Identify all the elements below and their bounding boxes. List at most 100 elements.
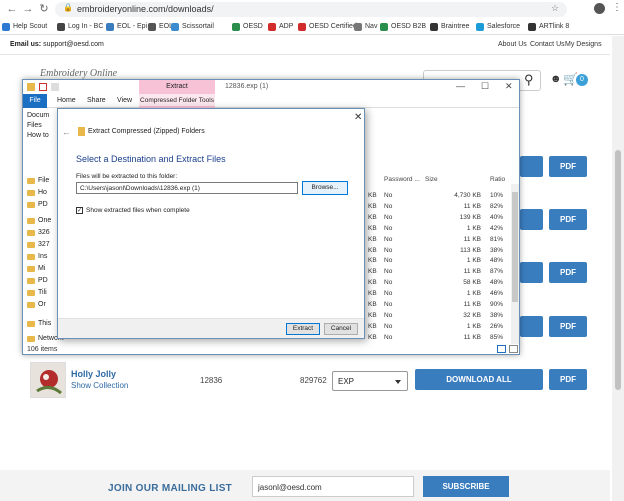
download-all-button-1[interactable]	[520, 156, 543, 177]
nav-pane-item[interactable]: One	[27, 217, 51, 224]
bookmark-item[interactable]: Braintree	[430, 21, 469, 33]
ribbon-view-tab[interactable]: View	[117, 97, 132, 104]
bookmark-item[interactable]: Help Scout	[2, 21, 47, 33]
browse-button[interactable]: Browse...	[302, 181, 348, 195]
nav-pane-item[interactable]: Files	[27, 122, 42, 129]
my-designs-link[interactable]: My Designs	[565, 41, 602, 48]
column-ratio[interactable]: Ratio	[490, 176, 505, 183]
ribbon-file-tab[interactable]: File	[23, 94, 47, 108]
tiles-view-icon[interactable]	[509, 345, 518, 353]
details-view-icon[interactable]	[497, 345, 506, 353]
download-all-button[interactable]: DOWNLOAD ALL	[415, 369, 543, 390]
bookmark-item[interactable]: OESD B2B	[380, 21, 426, 33]
bookmark-item[interactable]: OESD	[232, 21, 263, 33]
folder-icon	[27, 335, 35, 342]
column-password[interactable]: Password ...	[384, 176, 420, 183]
extract-button[interactable]: Extract	[286, 323, 320, 335]
dialog-close-icon[interactable]: ✕	[354, 112, 362, 123]
mailing-email-input[interactable]: jasonl@oesd.com	[252, 476, 414, 497]
nav-pane-item[interactable]: Ins	[27, 253, 47, 260]
mailing-email-value: jasonl@oesd.com	[258, 483, 322, 492]
nav-pane-item[interactable]: Ho	[27, 189, 47, 196]
file-row[interactable]: KB No 1 KB 26%	[368, 322, 516, 333]
nav-pane-item[interactable]: File	[27, 177, 49, 184]
file-row[interactable]: KB No 11 KB 82%	[368, 202, 516, 213]
pdf-button[interactable]: PDF	[549, 369, 587, 390]
nav-pane-item[interactable]: This	[27, 320, 51, 327]
nav-pane-item[interactable]: Tili	[27, 289, 47, 296]
bookmark-item[interactable]: Log In - BC	[57, 21, 103, 33]
bookmark-item[interactable]: OESD Certified	[298, 21, 357, 33]
bookmark-item[interactable]: EOL - Epi	[106, 21, 147, 33]
file-row[interactable]: KB No 1 KB 48%	[368, 256, 516, 267]
file-row[interactable]: KB No 58 KB 48%	[368, 278, 516, 289]
nav-pane-item[interactable]: PD	[27, 277, 48, 284]
pdf-button-3[interactable]: PDF	[549, 262, 587, 283]
bookmark-item[interactable]: Salesforce	[476, 21, 520, 33]
support-email[interactable]: Email us: support@oesd.com	[10, 41, 104, 48]
download-all-button-2[interactable]	[520, 209, 543, 230]
nav-pane-item[interactable]: Docum	[27, 112, 49, 119]
file-row[interactable]: KB No 1 KB 42%	[368, 224, 516, 235]
nav-pane-item[interactable]: PD	[27, 201, 48, 208]
bookmark-item[interactable]: Scissortail	[171, 21, 214, 33]
about-us-link[interactable]: About Us	[498, 41, 527, 48]
ribbon-compressed-folder-tools-tab[interactable]: Compressed Folder Tools	[139, 94, 215, 108]
bookmark-item[interactable]: EOL	[148, 21, 173, 33]
contact-us-link[interactable]: Contact Us	[530, 41, 565, 48]
pdf-button-1[interactable]: PDF	[549, 156, 587, 177]
download-all-button-3[interactable]	[520, 262, 543, 283]
ribbon-home-tab[interactable]: Home	[57, 97, 76, 104]
ribbon-share-tab[interactable]: Share	[87, 97, 106, 104]
properties-icon[interactable]	[39, 83, 47, 91]
cancel-button[interactable]: Cancel	[324, 323, 358, 335]
page-scrollbar-thumb[interactable]	[615, 150, 621, 390]
show-collection-link[interactable]: Show Collection	[71, 381, 128, 390]
maximize-icon[interactable]: ☐	[481, 81, 489, 92]
file-row[interactable]: KB No 11 KB 81%	[368, 235, 516, 246]
extract-context-tab[interactable]: Extract	[139, 80, 215, 94]
address-bar[interactable]: 🔒 embroideryonline.com/downloads/ ☆	[55, 2, 567, 17]
nav-pane-item[interactable]: Or	[27, 301, 46, 308]
pdf-button-2[interactable]: PDF	[549, 209, 587, 230]
nav-pane-item[interactable]: 327	[27, 241, 50, 248]
download-all-button-4[interactable]	[520, 316, 543, 337]
new-folder-icon[interactable]	[51, 83, 59, 91]
star-icon[interactable]: ☆	[551, 3, 559, 14]
pdf-button-4[interactable]: PDF	[549, 316, 587, 337]
profile-avatar-icon[interactable]	[594, 3, 605, 14]
search-icon[interactable]: ⚲	[524, 72, 534, 88]
file-row[interactable]: KB No 4,730 KB 10%	[368, 191, 516, 202]
file-row[interactable]: KB No 113 KB 38%	[368, 246, 516, 257]
file-row[interactable]: KB No 11 KB 85%	[368, 333, 516, 344]
file-row[interactable]: KB No 11 KB 90%	[368, 300, 516, 311]
format-select[interactable]: EXP	[332, 371, 408, 391]
explorer-scrollbar-thumb[interactable]	[512, 192, 518, 302]
file-row[interactable]: KB No 139 KB 40%	[368, 213, 516, 224]
file-row[interactable]: KB No 1 KB 46%	[368, 289, 516, 300]
back-arrow-icon[interactable]: ←	[62, 127, 71, 137]
column-size[interactable]: Size	[425, 176, 438, 183]
reload-icon[interactable]: ↻	[38, 3, 50, 15]
back-arrow-icon[interactable]: ←	[6, 3, 18, 15]
bookmark-item[interactable]: ADP	[268, 21, 293, 33]
minimize-icon[interactable]: —	[456, 81, 465, 91]
show-files-label[interactable]: Show extracted files when complete	[86, 207, 190, 214]
subscribe-button[interactable]: SUBSCRIBE	[423, 476, 509, 497]
product-name[interactable]: Holly Jolly	[71, 369, 116, 379]
file-row[interactable]: KB No 32 KB 38%	[368, 311, 516, 322]
forward-arrow-icon[interactable]: →	[22, 3, 34, 15]
user-icon[interactable]: ☻	[550, 73, 562, 85]
file-row[interactable]: KB No 11 KB 87%	[368, 267, 516, 278]
bookmark-item[interactable]: Nav	[354, 21, 377, 33]
show-files-checkbox[interactable]: ✓	[76, 207, 83, 214]
nav-pane-item[interactable]: 326	[27, 229, 50, 236]
bookmark-item[interactable]: ARTlink 8	[528, 21, 569, 33]
destination-path-input[interactable]: C:\Users\jasonl\Downloads\12836.exp (1)	[76, 182, 298, 194]
menu-dots-icon[interactable]: ⋮	[612, 2, 622, 14]
site-logo[interactable]: Embroidery Online	[40, 68, 117, 79]
product-thumbnail[interactable]	[30, 362, 66, 398]
close-icon[interactable]: ✕	[505, 81, 513, 92]
nav-pane-item[interactable]: Mi	[27, 265, 45, 272]
nav-pane-item[interactable]: How to	[27, 132, 49, 139]
